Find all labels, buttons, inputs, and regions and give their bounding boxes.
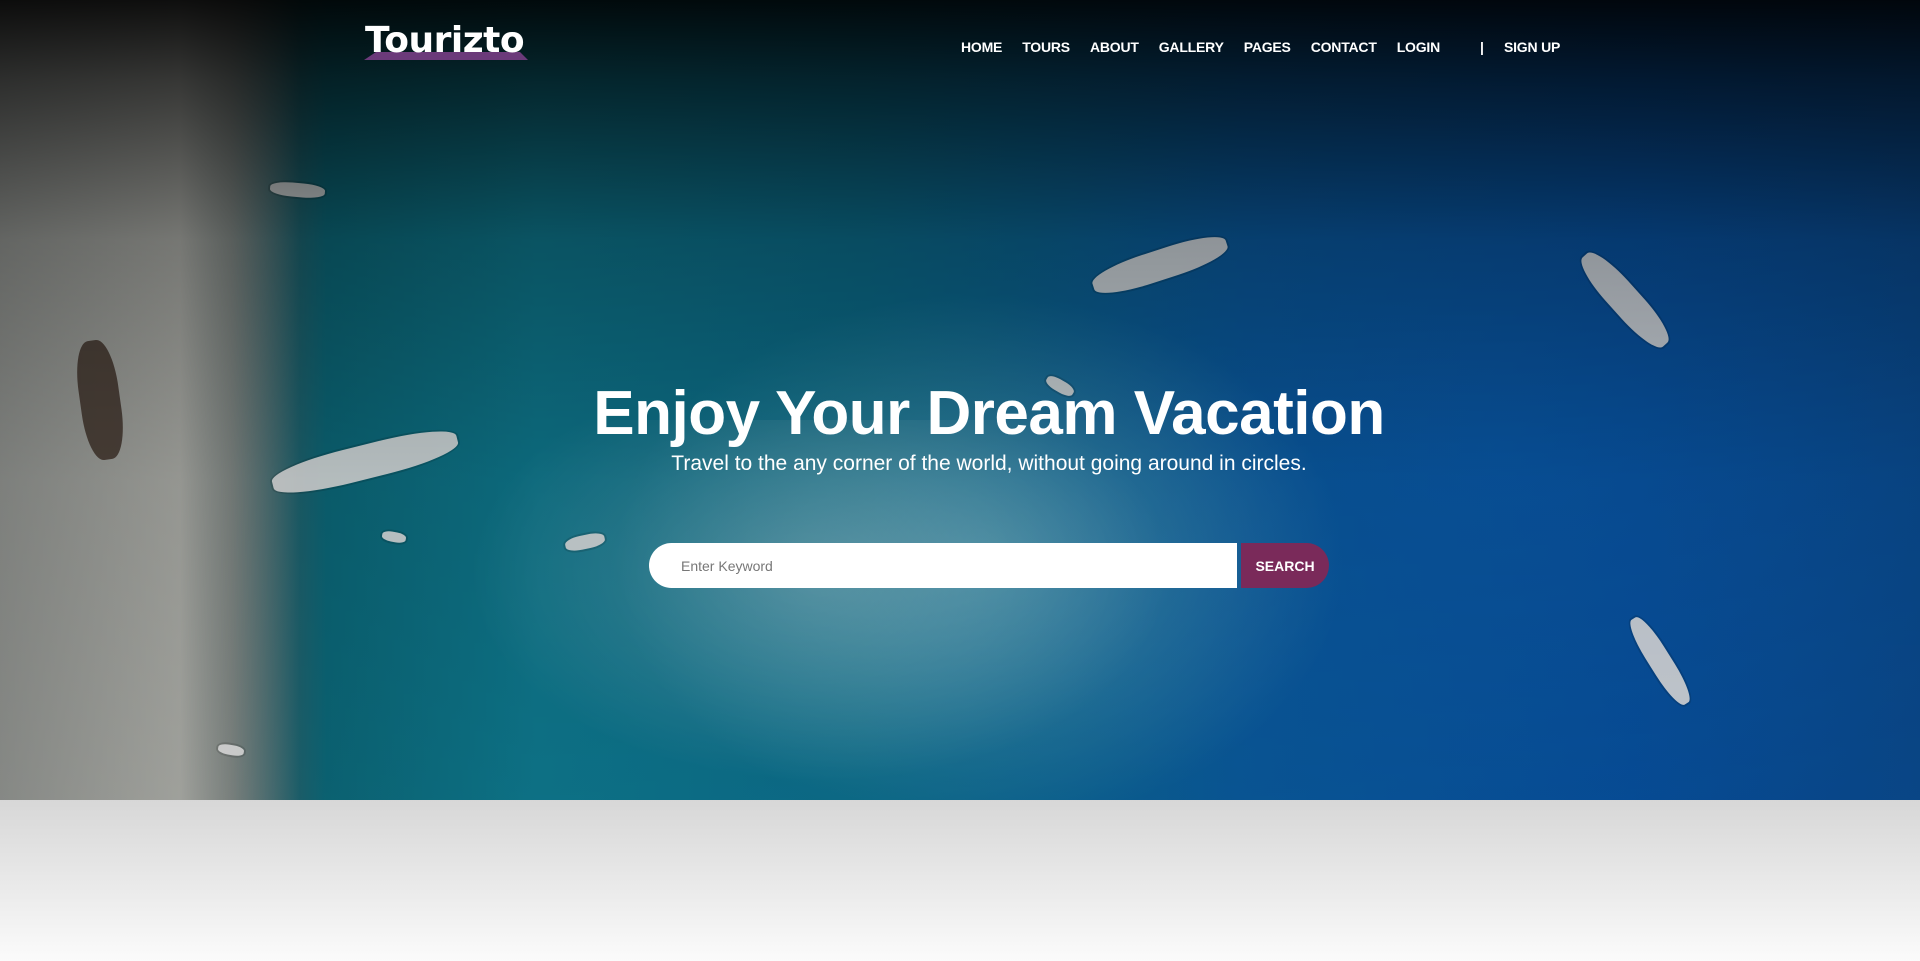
hero-subtitle: Travel to the any corner of the world, w… [671, 452, 1307, 475]
nav-item-home[interactable]: HOME [961, 39, 1002, 55]
brand-logo[interactable]: Tourizto [365, 20, 525, 61]
nav-item-pages[interactable]: PAGES [1244, 39, 1291, 55]
nav-item-signup[interactable]: SIGN UP [1504, 39, 1560, 55]
hero-title: Enjoy Your Dream Vacation [593, 379, 1385, 448]
nav-item-contact[interactable]: CONTACT [1311, 39, 1377, 55]
nav-menu: HOME TOURS ABOUT GALLERY PAGES CONTACT L… [961, 39, 1560, 55]
search-input[interactable] [649, 543, 1237, 588]
nav-item-about[interactable]: ABOUT [1090, 39, 1139, 55]
nav-item-gallery[interactable]: GALLERY [1159, 39, 1224, 55]
nav-item-tours[interactable]: TOURS [1022, 39, 1070, 55]
top-navigation: Tourizto HOME TOURS ABOUT GALLERY PAGES … [0, 0, 1920, 90]
nav-separator: | [1480, 39, 1484, 55]
nav-item-login[interactable]: LOGIN [1397, 39, 1441, 55]
search-form: SEARCH [649, 543, 1329, 588]
search-button[interactable]: SEARCH [1241, 543, 1329, 588]
lower-section [0, 800, 1920, 961]
